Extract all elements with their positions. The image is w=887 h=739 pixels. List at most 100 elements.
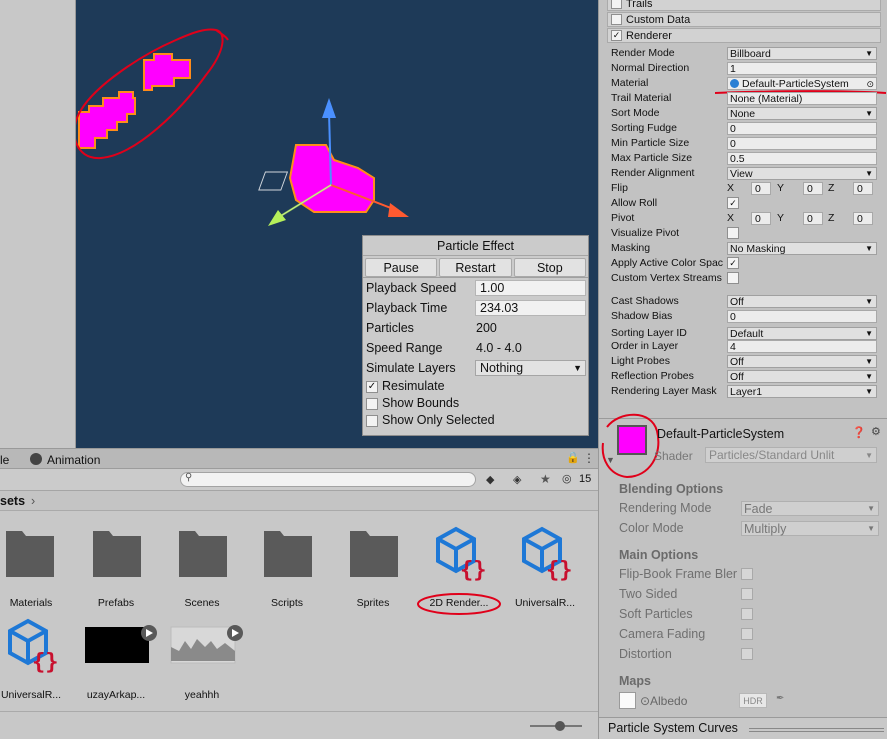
dropdown-arrow-icon: ▼ [865, 451, 873, 460]
simulate-layers-label: Simulate Layers [366, 361, 456, 375]
hidden-eye-icon[interactable]: ◎ [562, 472, 572, 485]
folder-icon [350, 531, 398, 577]
rendering-mode-dropdown[interactable]: Fade [741, 501, 879, 516]
stop-button[interactable]: Stop [513, 258, 586, 277]
allow-roll-checkbox[interactable]: ✓ [727, 197, 739, 209]
render-mode-dropdown[interactable]: Billboard [727, 47, 877, 60]
asset-label: Scenes [184, 597, 220, 609]
custom-data-checkbox[interactable] [611, 14, 622, 25]
material-panel: ▼ Default-ParticleSystem ❓ ⚙ Shader Part… [599, 413, 887, 739]
asset-item[interactable]: yeahhh [159, 611, 245, 706]
masking-dropdown[interactable]: No Masking [727, 242, 877, 255]
tab-console[interactable]: le [0, 453, 9, 467]
gear-icon[interactable]: ⚙ [871, 425, 881, 438]
shadow-bias-field[interactable]: 0 [727, 310, 877, 323]
curves-bar[interactable]: Particle System Curves [599, 717, 887, 739]
lock-icon[interactable]: 🔒 [566, 451, 580, 464]
drag-handle[interactable] [749, 728, 884, 732]
restart-button[interactable]: Restart [439, 258, 512, 277]
color-mode-dropdown[interactable]: Multiply [741, 521, 879, 536]
reflection-probes-label: Reflection Probes [611, 370, 694, 382]
module-trails[interactable]: Trails [607, 0, 881, 11]
pause-button[interactable]: Pause [365, 258, 438, 277]
rendering-layer-mask-dropdown[interactable]: Layer1 [727, 385, 877, 398]
two-sided-checkbox[interactable] [741, 588, 753, 600]
flip-y-field[interactable]: 0 [803, 182, 823, 195]
trails-checkbox[interactable] [611, 0, 622, 9]
max-particle-size-label: Max Particle Size [611, 152, 693, 164]
pivot-y-field[interactable]: 0 [803, 212, 823, 225]
playback-speed-field[interactable]: 1.00 [475, 280, 586, 296]
asset-item[interactable]: Scripts [244, 519, 330, 614]
more-menu-icon[interactable]: ⋮ [583, 451, 595, 465]
camera-fading-checkbox[interactable] [741, 628, 753, 640]
zoom-slider-handle[interactable] [555, 721, 565, 731]
flip-z-field[interactable]: 0 [853, 182, 873, 195]
flipbook-checkbox[interactable] [741, 568, 753, 580]
reflection-probes-dropdown[interactable]: Off [727, 370, 877, 383]
asset-item[interactable]: {} UniversalR... [502, 519, 588, 614]
asset-item[interactable]: {} 2D Render... [416, 519, 502, 615]
max-particle-size-field[interactable]: 0.5 [727, 152, 877, 165]
filter-type-icon[interactable]: ◆ [486, 473, 494, 486]
asset-item[interactable]: Sprites [330, 519, 416, 614]
blending-options-title: Blending Options [619, 482, 724, 496]
trail-material-label: Trail Material [611, 92, 672, 104]
favorite-star-icon[interactable]: ★ [540, 472, 551, 486]
custom-vertex-streams-checkbox[interactable] [727, 272, 739, 284]
shader-dropdown[interactable]: Particles/Standard Unlit ▼ [705, 447, 877, 463]
resimulate-checkbox[interactable]: ✓ [366, 381, 378, 393]
sorting-fudge-field[interactable]: 0 [727, 122, 877, 135]
module-custom-data[interactable]: Custom Data [607, 12, 881, 27]
asset-label: yeahhh [184, 689, 220, 701]
pivot-z-field[interactable]: 0 [853, 212, 873, 225]
help-icon[interactable]: ❓ [852, 426, 866, 439]
eyedropper-icon[interactable]: ✒ [776, 693, 784, 704]
flip-label: Flip [611, 182, 628, 194]
asset-item[interactable]: Scenes [159, 519, 245, 614]
module-label: Renderer [626, 30, 672, 42]
shader-label: Shader [654, 449, 693, 463]
visualize-pivot-checkbox[interactable] [727, 227, 739, 239]
distortion-label: Distortion [619, 647, 672, 661]
order-in-layer-label: Order in Layer [611, 340, 679, 352]
flip-x-field[interactable]: 0 [751, 182, 771, 195]
light-probes-dropdown[interactable]: Off [727, 355, 877, 368]
pivot-x-field[interactable]: 0 [751, 212, 771, 225]
asset-item[interactable]: Materials [0, 519, 74, 614]
show-bounds-checkbox[interactable] [366, 398, 378, 410]
camera-fading-label: Camera Fading [619, 627, 706, 641]
renderer-checkbox[interactable]: ✓ [611, 30, 622, 41]
folder-icon [6, 531, 54, 577]
order-in-layer-field[interactable]: 4 [727, 340, 877, 353]
module-renderer[interactable]: ✓ Renderer [607, 28, 881, 43]
apply-active-color-space-checkbox[interactable]: ✓ [727, 257, 739, 269]
cast-shadows-dropdown[interactable]: Off [727, 295, 877, 308]
filter-label-icon[interactable]: ◈ [513, 473, 521, 486]
albedo-texture-slot[interactable] [619, 692, 636, 709]
show-only-selected-checkbox[interactable] [366, 415, 378, 427]
asset-item[interactable]: {} UniversalR... [0, 611, 74, 706]
foldout-arrow-icon[interactable]: ▼ [606, 455, 615, 465]
search-input[interactable]: ⚲ [180, 472, 476, 487]
asset-item[interactable]: uzayArkap... [73, 611, 159, 706]
render-alignment-dropdown[interactable]: View [727, 167, 877, 180]
tab-animation[interactable]: Animation [47, 453, 100, 467]
scene-view[interactable]: Particle Effect Pause Restart Stop Playb… [75, 0, 598, 448]
module-label: Trails [626, 0, 653, 10]
min-particle-size-field[interactable]: 0 [727, 137, 877, 150]
asset-item[interactable]: Prefabs [73, 519, 159, 614]
hdr-color-field[interactable]: HDR [739, 693, 767, 708]
simulate-layers-dropdown[interactable]: Nothing ▼ [475, 360, 586, 376]
pivot-label: Pivot [611, 212, 635, 224]
y-label: Y [777, 182, 785, 194]
distortion-checkbox[interactable] [741, 648, 753, 660]
soft-particles-checkbox[interactable] [741, 608, 753, 620]
trail-material-field[interactable]: None (Material) [727, 92, 877, 105]
breadcrumb-assets[interactable]: sets [0, 491, 25, 511]
normal-direction-field[interactable]: 1 [727, 62, 877, 75]
particles-label: Particles [366, 321, 414, 335]
playback-time-field[interactable]: 234.03 [475, 300, 586, 316]
sort-mode-dropdown[interactable]: None [727, 107, 877, 120]
albedo-picker-icon[interactable]: ⊙ [640, 694, 650, 708]
